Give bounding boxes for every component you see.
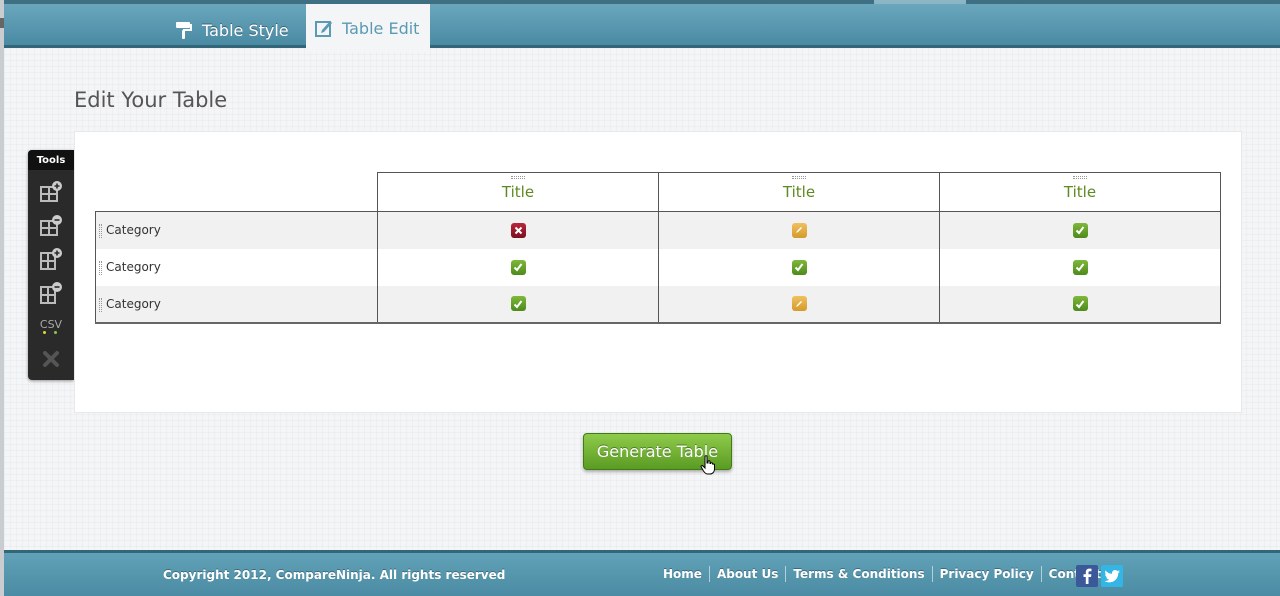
top-strip <box>874 0 966 4</box>
top-navigation: Table Style Table Edit <box>4 0 1280 52</box>
column-header[interactable]: Title <box>939 172 1221 212</box>
no-icon[interactable] <box>510 222 526 238</box>
footer-links: Home About Us Terms & Conditions Privacy… <box>656 566 1129 582</box>
remove-column-icon <box>40 282 62 304</box>
check-icon[interactable] <box>510 296 526 311</box>
csv-button[interactable]: CSV <box>34 318 68 337</box>
add-column-icon <box>40 248 62 270</box>
column-drag-handle[interactable] <box>1073 176 1087 179</box>
column-title[interactable]: Title <box>1064 183 1096 201</box>
table-corner <box>96 173 378 212</box>
check-icon[interactable] <box>1072 259 1088 275</box>
comparison-table: Title Title Title Category Category Cate… <box>95 172 1221 324</box>
table-cell[interactable] <box>377 285 659 324</box>
remove-row-button[interactable] <box>38 212 64 238</box>
paint-roller-icon <box>176 22 192 39</box>
tab-table-style[interactable]: Table Style <box>174 8 300 52</box>
check-icon[interactable] <box>1072 222 1088 238</box>
clear-table-button[interactable] <box>38 346 64 372</box>
facebook-icon[interactable] <box>1076 565 1098 587</box>
column-header[interactable]: Title <box>658 172 940 212</box>
add-column-button[interactable] <box>38 246 64 272</box>
table-cell[interactable] <box>939 248 1221 286</box>
row-category-label[interactable]: Category <box>106 260 161 274</box>
row-drag-handle[interactable] <box>99 297 102 312</box>
table-row: Category <box>95 248 1221 286</box>
footer: Copyright 2012, CompareNinja. All rights… <box>4 550 1280 596</box>
copyright-text: Copyright 2012, CompareNinja. All rights… <box>163 568 506 582</box>
tab-table-edit[interactable]: Table Edit <box>306 4 430 52</box>
check-icon[interactable] <box>791 259 807 275</box>
tab-label: Table Edit <box>342 18 420 38</box>
pencil-icon[interactable] <box>791 296 807 311</box>
column-drag-handle[interactable] <box>792 176 806 179</box>
row-category-label[interactable]: Category <box>106 223 161 237</box>
page-title: Edit Your Table <box>74 88 228 112</box>
row-category-cell[interactable]: Category <box>95 211 378 249</box>
close-icon <box>43 351 59 367</box>
table-cell[interactable] <box>939 211 1221 249</box>
pencil-icon[interactable] <box>791 222 807 238</box>
check-icon[interactable] <box>1072 296 1088 311</box>
table-cell[interactable] <box>377 211 659 249</box>
row-drag-handle[interactable] <box>99 260 102 275</box>
remove-column-button[interactable] <box>38 280 64 306</box>
table-cell[interactable] <box>939 285 1221 324</box>
table-cell[interactable] <box>658 211 940 249</box>
csv-label: CSV <box>39 318 63 331</box>
header-row: Title Title Title <box>96 172 1221 212</box>
row-category-cell[interactable]: Category <box>95 285 378 324</box>
table-cell[interactable] <box>658 285 940 324</box>
column-drag-handle[interactable] <box>511 176 525 179</box>
tools-palette: Tools CSV <box>28 150 74 380</box>
tab-label: Table Style <box>202 20 289 40</box>
table-row: Category <box>95 285 1221 324</box>
footer-link-terms[interactable]: Terms & Conditions <box>786 566 933 582</box>
remove-row-icon <box>40 215 62 236</box>
table-cell[interactable] <box>658 248 940 286</box>
row-category-label[interactable]: Category <box>106 297 161 311</box>
add-row-button[interactable] <box>38 178 64 204</box>
add-row-icon <box>40 181 62 202</box>
twitter-icon[interactable] <box>1101 565 1123 587</box>
column-title[interactable]: Title <box>502 183 534 201</box>
column-header[interactable]: Title <box>377 172 659 212</box>
footer-link-about[interactable]: About Us <box>710 566 787 582</box>
hand-cursor-icon <box>700 455 715 475</box>
table-row: Category <box>95 211 1221 249</box>
footer-link-home[interactable]: Home <box>656 566 710 582</box>
csv-status-dots <box>34 331 68 337</box>
tools-label: Tools <box>28 150 74 170</box>
row-category-cell[interactable]: Category <box>95 248 378 286</box>
edit-icon <box>315 21 332 37</box>
footer-link-privacy[interactable]: Privacy Policy <box>933 566 1042 582</box>
table-cell[interactable] <box>377 248 659 286</box>
row-drag-handle[interactable] <box>99 224 102 238</box>
column-title[interactable]: Title <box>783 183 815 201</box>
check-icon[interactable] <box>510 259 526 275</box>
